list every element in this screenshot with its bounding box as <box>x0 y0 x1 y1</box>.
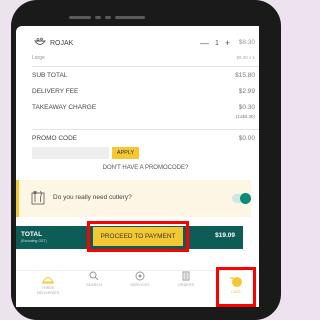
item-name: ROJAK <box>50 40 74 47</box>
increase-button[interactable]: + <box>225 38 230 48</box>
subtotal-label: SUB TOTAL <box>32 72 68 79</box>
orders-icon <box>182 271 190 281</box>
promo-label: PROMO CODE <box>32 135 78 142</box>
tab-three-deliveries[interactable]: THREE DELIVERIES <box>33 275 63 295</box>
cutlery-toggle[interactable] <box>232 193 251 204</box>
total-note: (Excluding GST) <box>21 239 47 243</box>
food-dome-icon <box>42 277 54 284</box>
cart-item[interactable]: ROJAK Large — 1 + $8.30 $8.30 x 1 <box>32 36 259 64</box>
quantity-stepper[interactable]: — 1 + <box>200 38 230 48</box>
decrease-button[interactable]: — <box>200 38 209 48</box>
total-label: TOTAL <box>21 231 43 238</box>
delivery-row: DELIVERY FEE $2.99 <box>32 88 259 95</box>
tab-label: SEARCH <box>86 283 102 287</box>
promo-row: PROMO CODE $0.00 <box>32 135 259 142</box>
quantity-value: 1 <box>215 39 219 47</box>
cutlery-option: Do you really need cutlery? <box>16 180 251 217</box>
no-promocode-link[interactable]: DON'T HAVE A PROMOCODE? <box>32 165 259 171</box>
services-icon <box>135 271 145 281</box>
tab-label: ORDERS <box>177 283 195 287</box>
tab-services[interactable]: SERVICES <box>125 271 155 288</box>
divider <box>32 66 259 67</box>
promo-code-input[interactable] <box>32 147 109 159</box>
delivery-value: $2.99 <box>238 88 255 95</box>
item-price-each: $8.30 x 1 <box>236 55 255 60</box>
cutlery-question: Do you really need cutlery? <box>53 194 132 201</box>
total-value: $19.09 <box>215 232 235 239</box>
proceed-to-payment-button[interactable]: PROCEED TO PAYMENT <box>93 227 183 246</box>
tab-label: SERVICES <box>130 283 150 287</box>
subtotal-row: SUB TOTAL $15.80 <box>32 72 259 79</box>
subtotal-value: $15.80 <box>235 72 255 79</box>
search-icon <box>89 271 99 281</box>
tab-label: THREE DELIVERIES <box>36 286 60 295</box>
tab-search[interactable]: SEARCH <box>79 271 109 288</box>
item-price: $8.30 <box>238 39 255 46</box>
takeaway-sub-row: (1x$0.30) <box>32 114 259 119</box>
cart-screen: ROJAK Large — 1 + $8.30 $8.30 x 1 SUB TO… <box>16 26 259 307</box>
tab-orders[interactable]: ORDERS <box>171 271 201 288</box>
cutlery-icon <box>31 190 45 205</box>
takeaway-breakdown: (1x$0.30) <box>235 114 255 119</box>
bowl-icon <box>34 37 46 45</box>
takeaway-value: $0.30 <box>238 104 255 111</box>
delivery-label: DELIVERY FEE <box>32 88 79 95</box>
tab-label: CART <box>230 290 242 294</box>
item-size: Large <box>32 55 45 61</box>
tab-cart[interactable]: CART <box>221 276 251 295</box>
apply-button[interactable]: APPLY <box>112 147 139 159</box>
takeaway-row: TAKEAWAY CHARGE $0.30 <box>32 104 259 111</box>
takeaway-label: TAKEAWAY CHARGE <box>32 104 97 111</box>
phone-speaker <box>69 16 145 19</box>
divider <box>32 129 259 130</box>
cart-icon <box>230 277 242 287</box>
promo-value: $0.00 <box>238 135 255 142</box>
